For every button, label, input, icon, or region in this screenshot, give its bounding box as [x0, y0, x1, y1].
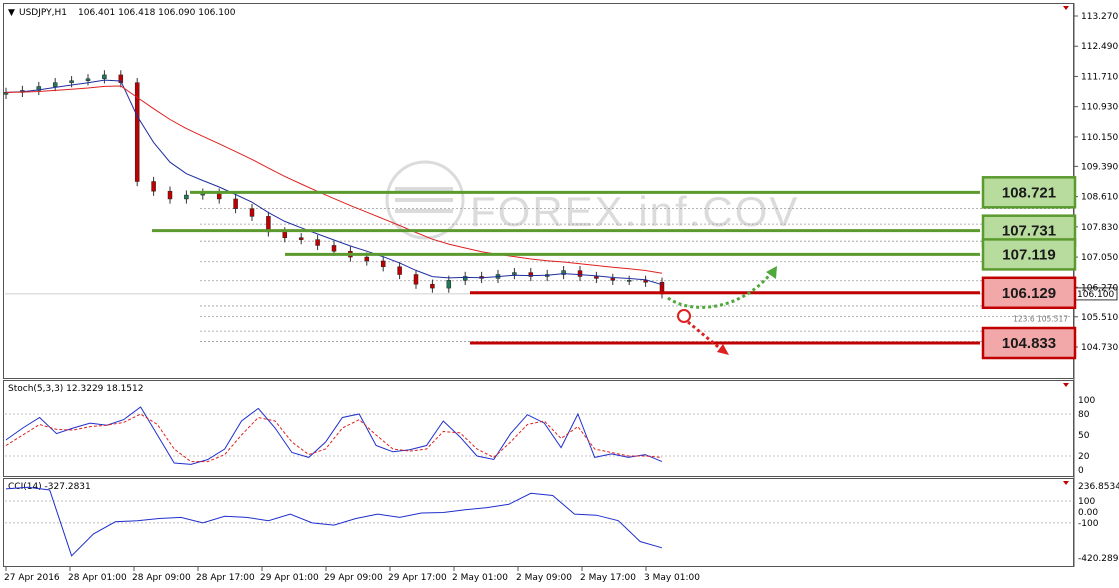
time-tick-label: 2 May 09:00 [516, 573, 572, 583]
bear-candle [594, 276, 599, 279]
ohlc-label: 106.401 106.418 106.090 106.100 [78, 8, 236, 18]
stoch-tick-label: 100 [1078, 396, 1095, 406]
bear-candle [298, 237, 304, 240]
time-tick-label: 2 May 01:00 [452, 573, 508, 583]
bear-candle [413, 274, 419, 285]
level-label: 104.833 [1002, 335, 1056, 352]
cci-tick-label: 100 [1078, 497, 1095, 507]
bull-candle [85, 78, 91, 81]
stoch-panel-frame [3, 380, 1074, 477]
forex-logo-watermark: FOREX.inf.COV [385, 160, 799, 240]
bull-candle [446, 280, 452, 289]
price-tick-label: 106.270 [1081, 283, 1118, 293]
time-tick-label: 28 Apr 17:00 [196, 573, 255, 583]
watermark-text: FOREX.inf.COV [470, 188, 799, 235]
time-tick-label: 29 Apr 01:00 [260, 573, 319, 583]
price-tick-label: 110.930 [1081, 103, 1118, 113]
level-label: 106.129 [1002, 285, 1056, 302]
stoch-header: Stoch(5,3,3) 12.3229 18.1512 [8, 384, 143, 394]
price-tick-label: 113.270 [1081, 12, 1118, 22]
time-tick-label: 28 Apr 01:00 [68, 573, 127, 583]
price-tick-label: 107.050 [1081, 253, 1118, 263]
bear-candle [380, 260, 386, 268]
bear-candle [249, 208, 255, 217]
stoch-tick-label: 80 [1078, 410, 1090, 420]
cci-tick-label: -100 [1078, 519, 1099, 529]
bull-candle [184, 194, 189, 200]
bear-candle [233, 198, 238, 209]
bear-candle [315, 239, 320, 246]
bull-candle [69, 80, 74, 83]
level-label: 107.119 [1002, 246, 1055, 263]
level-label: 107.731 [1002, 223, 1056, 240]
bear-candle [364, 256, 370, 262]
bear-candle [577, 270, 583, 277]
bull-candle [102, 74, 107, 80]
price-tick-label: 108.610 [1081, 193, 1118, 203]
bullish-projection-arrow [667, 271, 774, 309]
time-tick-label: 28 Apr 09:00 [132, 573, 191, 583]
price-tick-label: 110.150 [1081, 133, 1118, 143]
bull-candle [52, 82, 58, 87]
bull-candle [512, 272, 517, 275]
bear-candle [430, 283, 435, 289]
price-tick-label: 107.830 [1081, 223, 1118, 233]
collapse-arrow-icon[interactable]: ▼ [8, 8, 15, 18]
price-tick-label: 112.490 [1081, 42, 1118, 52]
time-tick-label: 29 Apr 09:00 [324, 573, 383, 583]
cci-close-icon[interactable] [1063, 481, 1069, 485]
bear-candle [216, 192, 222, 200]
cci-panel-frame [3, 478, 1074, 567]
bear-candle [151, 181, 156, 192]
bear-candle [331, 245, 337, 252]
price-tick-label: 111.710 [1081, 72, 1118, 82]
level-label: 108.721 [1002, 184, 1056, 201]
stoch-signal-line [5, 413, 663, 463]
cci-tick-label: 236.8534 [1078, 482, 1119, 492]
fib-level-label: 123.6 105.517 [1013, 314, 1068, 323]
stoch-tick-label: 20 [1078, 452, 1090, 462]
price-tick-label: 109.390 [1081, 162, 1118, 172]
bear-candle [610, 278, 616, 281]
symbol-label: USDJPY,H1 [19, 8, 67, 18]
cci-tick-label: 0.00 [1078, 508, 1098, 518]
cci-tick-label: -420.2894 [1078, 554, 1119, 564]
time-tick-label: 3 May 01:00 [644, 573, 700, 583]
bear-candle [397, 266, 402, 275]
bull-candle [626, 280, 632, 282]
price-marker-icon [677, 309, 691, 323]
time-tick-label: 29 Apr 17:00 [388, 573, 447, 583]
cci-line [5, 486, 663, 557]
bearish-projection-arrow [687, 320, 723, 352]
price-tick-label: 105.510 [1081, 313, 1118, 323]
time-tick-label: 2 May 17:00 [580, 573, 636, 583]
price-tick-label: 104.730 [1081, 343, 1118, 353]
stoch-tick-label: 50 [1078, 431, 1090, 441]
bear-candle [282, 231, 288, 238]
time-tick-label: 27 Apr 2016 [4, 573, 60, 583]
bear-candle [167, 190, 173, 200]
close-icon[interactable] [1063, 6, 1069, 10]
stoch-tick-label: 0 [1078, 466, 1084, 476]
usdjpy-chart: ▼ USDJPY,H1 106.401 106.418 106.090 106.… [3, 3, 1119, 583]
stoch-close-icon[interactable] [1063, 383, 1069, 387]
